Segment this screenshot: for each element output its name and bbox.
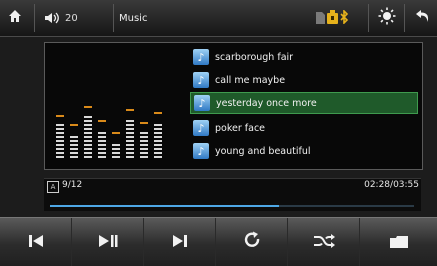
usb-icon [327, 9, 338, 28]
folder-button[interactable] [360, 218, 437, 266]
music-note-icon: ♪ [194, 95, 210, 111]
eq-peak-marker [56, 115, 64, 117]
track-counter: 9/12 [62, 180, 83, 190]
home-icon [7, 8, 23, 28]
elapsed-total-time: 02:28/03:55 [364, 180, 419, 190]
playlist-item-1[interactable]: ♪ scarborough fair [190, 46, 418, 68]
track-number-icon: A [47, 181, 59, 193]
brightness-button[interactable] [372, 0, 402, 36]
top-status-bar: 20 Music [0, 0, 437, 37]
eq-peak-marker [126, 109, 134, 111]
shuffle-button[interactable] [288, 218, 360, 266]
volume-indicator[interactable]: 20 [44, 0, 112, 36]
music-note-icon: ♪ [193, 143, 209, 159]
playlist-item-5[interactable]: ♪ young and beautiful [190, 140, 418, 162]
playlist-item-3-active[interactable]: ♪ yesterday once more [190, 92, 418, 114]
next-button[interactable] [144, 218, 216, 266]
brightness-icon [378, 7, 396, 29]
playback-controls [0, 217, 437, 266]
eq-band [84, 92, 92, 158]
eq-peak-marker [154, 112, 162, 114]
track-title: young and beautiful [215, 145, 311, 157]
volume-level: 20 [65, 12, 78, 24]
skip-next-icon [172, 233, 188, 252]
eq-band [140, 92, 148, 158]
playlist-item-2[interactable]: ♪ call me maybe [190, 69, 418, 91]
repeat-icon [242, 230, 262, 254]
home-button[interactable] [0, 0, 30, 36]
previous-button[interactable] [0, 218, 72, 266]
music-note-icon: ♪ [193, 49, 209, 65]
playlist-item-4[interactable]: ♪ poker face [190, 117, 418, 139]
music-note-icon: ♪ [193, 120, 209, 136]
music-note-icon: ♪ [193, 72, 209, 88]
sd-card-icon [316, 9, 325, 28]
eq-band [98, 92, 106, 158]
track-title: poker face [215, 122, 266, 134]
play-pause-icon [98, 233, 118, 252]
play-pause-button[interactable] [72, 218, 144, 266]
shuffle-icon [313, 233, 335, 252]
equalizer-visualizer [56, 92, 176, 158]
progress-fill [50, 205, 280, 207]
skip-previous-icon [28, 233, 44, 252]
eq-peak-marker [84, 106, 92, 108]
eq-peak-marker [98, 120, 106, 122]
back-arrow-icon [415, 8, 431, 28]
eq-band [126, 92, 134, 158]
track-title: scarborough fair [215, 51, 294, 63]
now-playing-bar: A 9/12 02:28/03:55 [44, 178, 421, 211]
bluetooth-icon [339, 8, 349, 28]
eq-band [112, 92, 120, 158]
eq-band [154, 92, 162, 158]
speaker-icon [44, 9, 62, 28]
eq-band [70, 92, 78, 158]
page-title: Music [119, 12, 148, 24]
track-title: call me maybe [215, 74, 286, 86]
repeat-button[interactable] [216, 218, 288, 266]
track-title: yesterday once more [216, 97, 317, 109]
folder-icon [389, 233, 408, 252]
back-button[interactable] [408, 0, 437, 36]
eq-peak-marker [140, 122, 148, 124]
eq-band [56, 92, 64, 158]
status-icons [316, 0, 362, 36]
eq-peak-marker [70, 124, 78, 126]
progress-bar[interactable] [50, 205, 414, 207]
eq-peak-marker [112, 132, 120, 134]
